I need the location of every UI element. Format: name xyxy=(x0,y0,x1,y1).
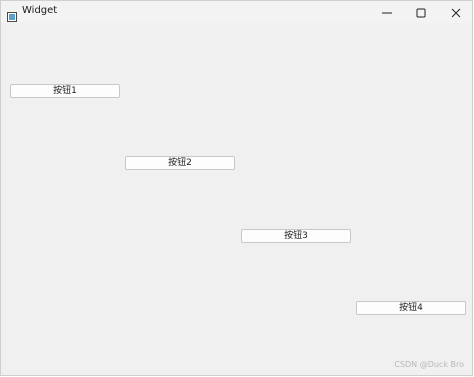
minimize-button[interactable] xyxy=(372,1,402,23)
push-button-1[interactable]: 按钮1 xyxy=(10,84,120,98)
watermark-text: CSDN @Duck Bro xyxy=(394,360,464,369)
push-button-4[interactable]: 按钮4 xyxy=(356,301,466,315)
window-title: Widget xyxy=(22,5,58,16)
close-button[interactable] xyxy=(441,1,471,23)
maximize-button[interactable] xyxy=(406,1,436,23)
close-icon xyxy=(451,3,461,22)
app-window: Widget 按钮1 按钮2 按钮3 按钮4 CSDN @Duck Bro xyxy=(0,0,473,376)
title-bar[interactable]: Widget xyxy=(1,1,472,23)
maximize-icon xyxy=(416,3,426,22)
push-button-3[interactable]: 按钮3 xyxy=(241,229,351,243)
push-button-2[interactable]: 按钮2 xyxy=(125,156,235,170)
widget-client-area: 按钮1 按钮2 按钮3 按钮4 CSDN @Duck Bro xyxy=(1,23,472,375)
minimize-icon xyxy=(382,3,392,22)
app-window-icon xyxy=(7,7,17,22)
